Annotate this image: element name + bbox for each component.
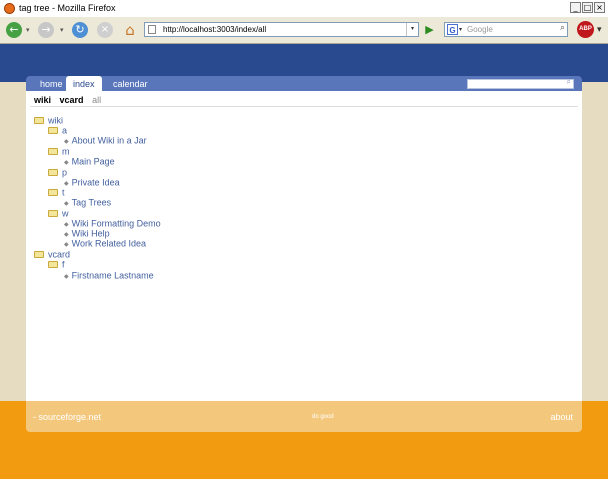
folder-icon (48, 127, 58, 135)
about-link[interactable]: about (550, 412, 573, 422)
filter-all[interactable]: all (92, 95, 101, 105)
page-bullet-icon: ◆ (64, 221, 69, 228)
folder-icon (48, 148, 58, 156)
url-text[interactable]: http://localhost:3003/index/all (163, 25, 266, 34)
folder-icon (48, 169, 58, 177)
back-history-dropdown[interactable]: ▾ (26, 26, 30, 34)
page-bullet-icon: ◆ (64, 241, 69, 248)
browser-search-input[interactable] (467, 24, 549, 35)
tree-page[interactable]: ◆ Work Related Idea (64, 238, 146, 249)
folder-icon (34, 251, 44, 259)
search-icon[interactable]: ⌕ (567, 77, 571, 87)
search-icon[interactable]: ⌕ (560, 23, 565, 33)
folder-icon (48, 189, 58, 197)
tree-folder-f[interactable]: f (48, 259, 65, 270)
divider (30, 106, 578, 107)
maximize-button[interactable]: □ (582, 2, 593, 13)
page-bullet-icon: ◆ (64, 159, 69, 166)
page-footer: - sourceforge.net do good about (26, 401, 582, 432)
toolbar-overflow-icon[interactable]: ▾ (597, 24, 602, 35)
page-bullet-icon: ◆ (64, 180, 69, 187)
folder-icon (48, 210, 58, 218)
tree-label: Main Page (71, 156, 115, 167)
tree-label: Tag Trees (71, 197, 112, 208)
window-controls: _ □ × (570, 2, 605, 13)
sourceforge-link[interactable]: - sourceforge.net (33, 412, 101, 422)
filter-vcard[interactable]: vcard (60, 95, 84, 105)
window-titlebar: tag tree - Mozilla Firefox _ □ × (0, 0, 608, 18)
tree-folder-t[interactable]: t (48, 187, 65, 198)
tree-page[interactable]: ◆ Tag Trees (64, 197, 111, 208)
stop-button[interactable]: × (97, 22, 113, 38)
url-history-dropdown[interactable]: ▾ (406, 23, 418, 36)
tree-label: f (62, 259, 65, 270)
page-bullet-icon: ◆ (64, 138, 69, 145)
main-content: wiki vcard all wiki a ◆ About Wiki in a J… (26, 91, 582, 401)
tree-page[interactable]: ◆ Private Idea (64, 177, 120, 188)
tree-label: About Wiki in a Jar (71, 135, 147, 146)
tree-label: Private Idea (71, 177, 120, 188)
tree-label: Work Related Idea (71, 238, 146, 249)
back-button[interactable]: ← (6, 22, 22, 38)
tree-page[interactable]: ◆ About Wiki in a Jar (64, 135, 147, 146)
filter-wiki[interactable]: wiki (34, 95, 51, 105)
search-engine-icon[interactable]: G (447, 24, 458, 35)
tab-calendar[interactable]: calendar (113, 79, 148, 89)
page-bullet-icon: ◆ (64, 273, 69, 280)
tab-bar: home index calendar ⌕ (26, 76, 582, 91)
home-button[interactable]: ⌂ (121, 22, 139, 38)
tree-page[interactable]: ◆ Main Page (64, 156, 115, 167)
url-bar[interactable]: http://localhost:3003/index/all ▾ (144, 22, 419, 37)
tab-index[interactable]: index (66, 76, 102, 91)
footer-motto: do good (312, 414, 334, 420)
search-engine-dropdown[interactable]: ▾ (459, 26, 462, 33)
minimize-button[interactable]: _ (570, 2, 581, 13)
tree-page[interactable]: ◆ Firstname Lastname (64, 270, 154, 281)
tag-filter-nav: wiki vcard all (34, 95, 107, 105)
site-search-input[interactable]: ⌕ (467, 77, 574, 89)
page-icon (148, 25, 156, 34)
forward-history-dropdown[interactable]: ▾ (60, 26, 64, 34)
firefox-icon (4, 3, 15, 14)
tagtree-panel: home index calendar ⌕ wiki vcard all wik… (26, 76, 582, 432)
go-button[interactable]: ▶ (422, 22, 437, 37)
adblock-plus-button[interactable]: ABP (577, 21, 594, 38)
page-bullet-icon: ◆ (64, 231, 69, 238)
forward-button[interactable]: → (38, 22, 54, 38)
close-button[interactable]: × (594, 2, 605, 13)
window-title: tag tree - Mozilla Firefox (19, 3, 116, 13)
folder-icon (48, 261, 58, 269)
browser-search-bar[interactable]: G ▾ ⌕ (444, 22, 568, 37)
reload-button[interactable]: ↻ (72, 22, 88, 38)
tree-label: Firstname Lastname (71, 270, 154, 281)
page-bullet-icon: ◆ (64, 200, 69, 207)
folder-icon (34, 117, 44, 125)
tab-home[interactable]: home (40, 79, 63, 89)
